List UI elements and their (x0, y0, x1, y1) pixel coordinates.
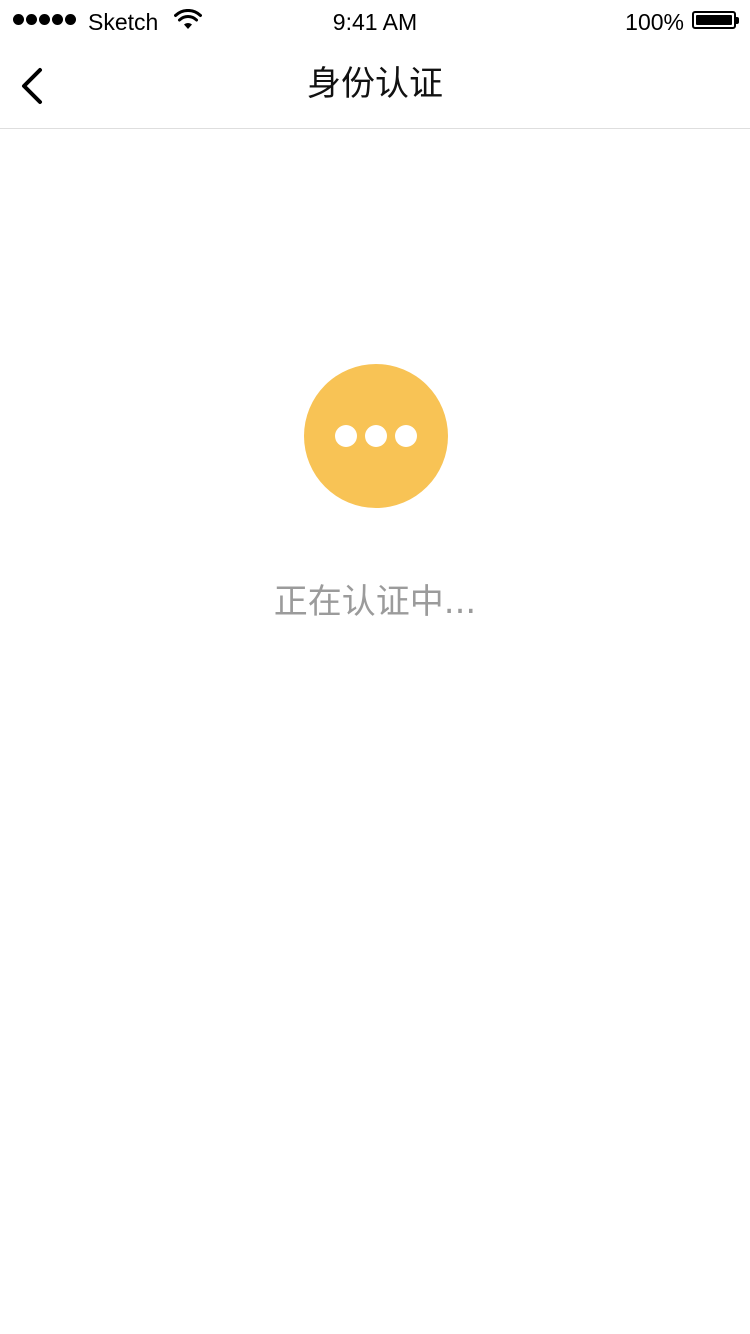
navigation-bar: 身份认证 (0, 40, 750, 129)
verification-status-text: 正在认证中... (273, 582, 477, 622)
ellipsis-circle-icon (304, 364, 448, 508)
page-title: 身份认证 (307, 64, 443, 104)
battery-full-icon (692, 11, 739, 29)
dot (365, 425, 387, 447)
dot (335, 425, 357, 447)
battery-percent: 100% (625, 9, 684, 35)
dot (395, 425, 417, 447)
status-bar: Sketch 9:41 AM 100% (0, 0, 750, 40)
